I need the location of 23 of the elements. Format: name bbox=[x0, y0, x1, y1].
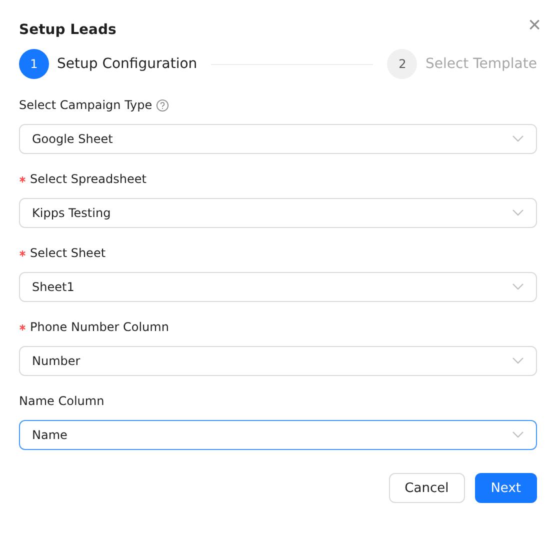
chevron-down-icon bbox=[512, 431, 524, 439]
field-label: Name Column bbox=[19, 394, 104, 408]
field-label: Select Sheet bbox=[30, 246, 106, 260]
select-field[interactable]: Number bbox=[19, 346, 537, 376]
select-field[interactable]: Sheet1 bbox=[19, 272, 537, 302]
select-field[interactable]: Name bbox=[19, 420, 537, 450]
step-label: Setup Configuration bbox=[57, 56, 198, 72]
cancel-button[interactable]: Cancel bbox=[388, 473, 465, 503]
field-label: Select Spreadsheet bbox=[30, 172, 146, 186]
step-number: 2 bbox=[387, 49, 418, 79]
field-label: Select Campaign Type bbox=[19, 98, 152, 112]
select-field[interactable]: Kipps Testing bbox=[19, 198, 537, 228]
chevron-down-icon bbox=[512, 357, 524, 365]
next-button[interactable]: Next bbox=[474, 473, 537, 503]
chevron-down-icon bbox=[512, 283, 524, 291]
select-field[interactable]: Google Sheet bbox=[19, 124, 537, 154]
chevron-down-icon bbox=[512, 209, 524, 217]
step-number: 1 bbox=[19, 49, 49, 79]
field-label: Phone Number Column bbox=[30, 320, 169, 334]
step-label: Select Template bbox=[425, 56, 537, 72]
dialog-title: Setup Leads bbox=[19, 21, 116, 40]
help-icon[interactable] bbox=[156, 98, 170, 112]
chevron-down-icon bbox=[512, 135, 524, 143]
